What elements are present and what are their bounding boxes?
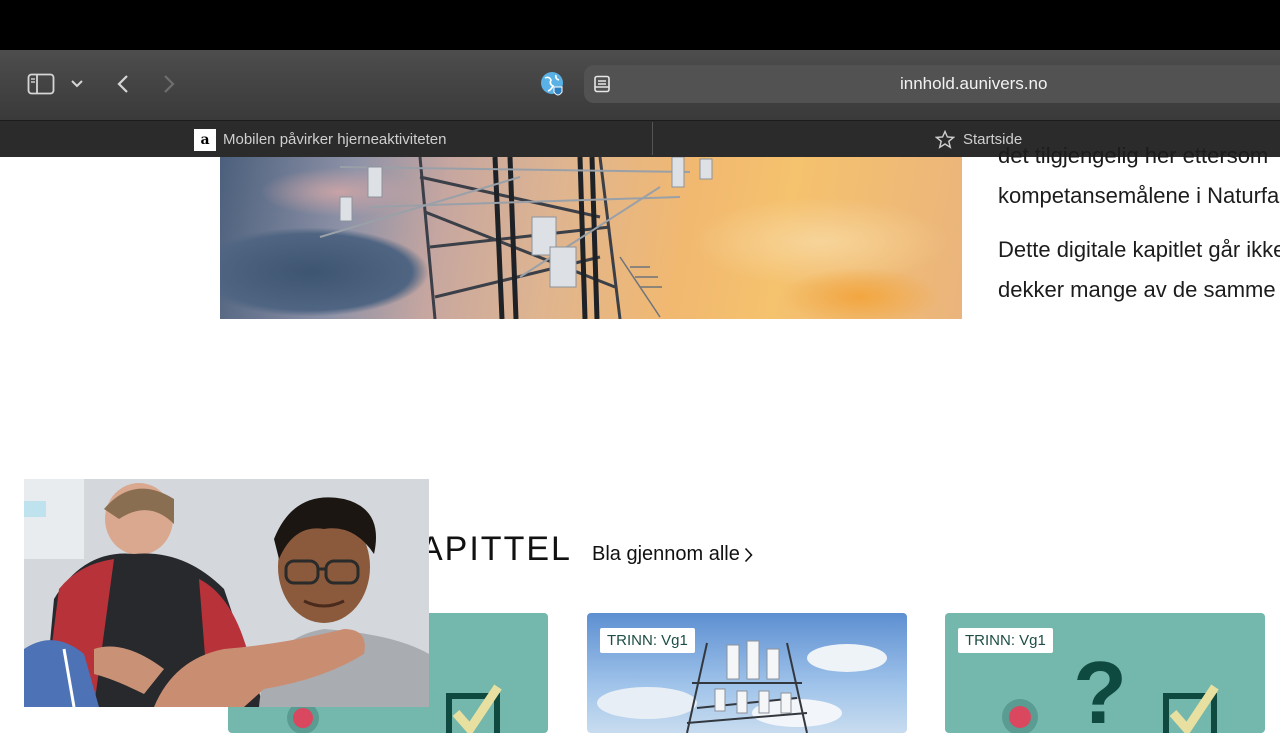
tab-divider — [652, 122, 653, 155]
globe-icon[interactable] — [538, 69, 568, 99]
aunivers-favicon-icon: a — [194, 128, 216, 151]
webcam-people — [24, 479, 429, 707]
hero-image-cell-tower — [220, 157, 962, 319]
browse-all-label: Bla gjennom alle — [592, 543, 740, 565]
reader-icon[interactable] — [590, 71, 614, 97]
tower-structure — [319, 157, 713, 319]
article-text-line: kompetansemålene i Naturfag — [998, 183, 1280, 208]
chevron-down-icon[interactable] — [68, 74, 86, 94]
back-icon[interactable] — [112, 70, 134, 98]
tab-label: Mobilen påvirker hjerneaktiviteten — [223, 131, 447, 148]
forward-icon[interactable] — [158, 70, 180, 98]
section-title: APITTEL — [420, 530, 572, 568]
webcam-video-overlay — [24, 479, 429, 707]
star-icon — [935, 130, 955, 149]
chapter-card[interactable]: ? TRINN: Vg1 — [945, 613, 1265, 733]
chapter-card[interactable]: TRINN: Vg1 — [587, 613, 907, 733]
url-text[interactable]: innhold.aunivers.no — [900, 74, 1047, 94]
article-text-line: Dette digitale kapitlet går ikke — [998, 237, 1280, 262]
grade-badge: TRINN: Vg1 — [600, 628, 695, 653]
sidebar-icon[interactable] — [26, 70, 56, 98]
article-text-line: det tilgjengelig her ettersom — [998, 143, 1269, 168]
tab-mobilen[interactable]: a Mobilen påvirker hjerneaktiviteten — [194, 121, 446, 158]
chevron-right-icon — [744, 547, 753, 563]
browse-all-link[interactable]: Bla gjennom alle — [592, 543, 753, 566]
screen-top-bar — [0, 0, 1280, 50]
grade-badge: TRINN: Vg1 — [958, 628, 1053, 653]
article-text-line: dekker mange av de samme — [998, 277, 1276, 302]
